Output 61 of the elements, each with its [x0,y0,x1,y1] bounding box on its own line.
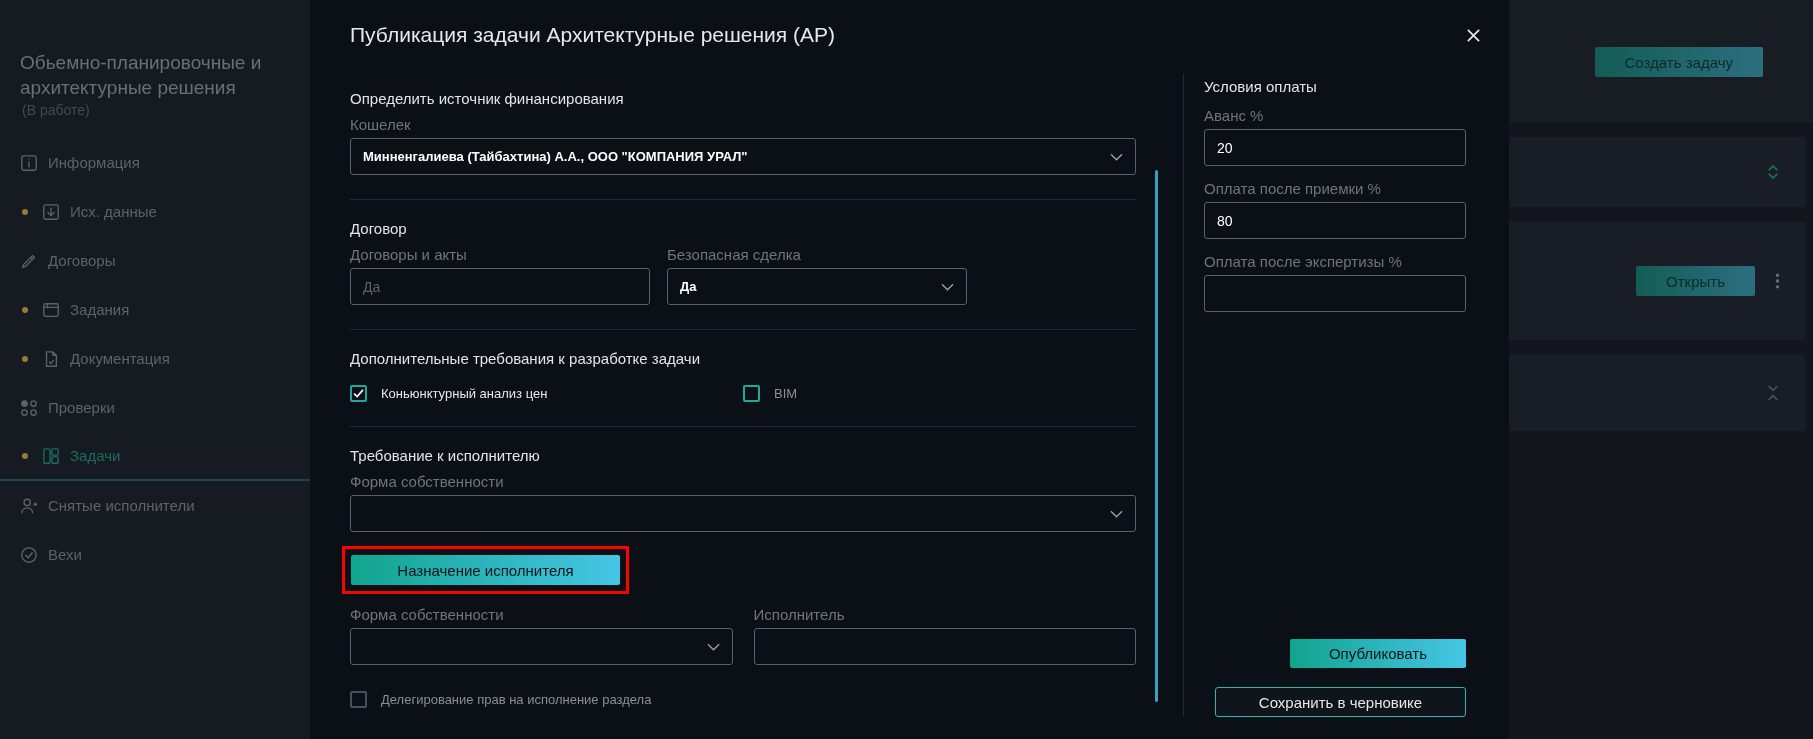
open-button[interactable]: Открыть [1636,266,1755,296]
percent-input[interactable]: 20 [1204,129,1466,166]
sidebar-item[interactable]: Информация [0,138,310,187]
sidebar-item[interactable]: Договоры [0,236,310,285]
project-title: Обьемно-планировочные и архитектурные решения [19,51,263,100]
dialog-title: Публикация задачи Архитектурные решения (АР) [350,23,836,47]
checkbox[interactable] [350,385,367,402]
checkbox[interactable] [743,385,760,402]
ownership-select[interactable] [350,495,1136,532]
field-label: Аванс % [1204,107,1265,124]
chevron-down-icon [941,282,954,291]
field-label: Оплата после приемки % [1204,180,1382,197]
field-label: Безопасная сделка [667,246,802,263]
wallet-select[interactable]: Минненгалиева (Тайбахтина) А.А., ООО "КОМПАНИЯ УРАЛ" [350,138,1136,175]
field-label: Кошелек [350,116,412,133]
close-icon[interactable] [1466,27,1481,43]
import-icon [42,202,60,221]
section-heading: Определить источник финансирования [350,90,625,107]
board-icon [42,446,60,465]
field-label: Форма собственности [350,606,505,623]
sidebar-item[interactable]: Документация [0,334,310,383]
checkbox-label: Коньюнктурный анализ цен [381,386,548,401]
checkbox-label: BIM [774,386,798,401]
checkmark-icon [353,389,364,398]
percent-input[interactable] [1204,275,1466,312]
assign-executor-button[interactable]: Назначение исполнителя [351,555,620,585]
save-draft-button[interactable]: Сохранить в черновике [1215,687,1466,717]
tasks-icon [42,300,60,319]
collapse-icon[interactable] [1766,384,1780,402]
documents-input[interactable]: Да [350,268,650,305]
sort-icon[interactable] [1766,163,1780,181]
section-heading: Требование к исполнителю [350,447,541,464]
checks-icon [20,398,38,417]
scrollbar-thumb[interactable] [1155,170,1158,702]
section-heading: Дополнительные требования к разработке задачи [350,350,702,367]
section-heading: Договор [350,220,408,237]
field-label: Исполнитель [753,606,846,623]
sidebar-item[interactable]: Задания [0,285,310,334]
field-label: Договоры и акты [350,246,468,263]
chevron-down-icon [706,642,720,651]
field-label: Оплата после экспертизы % [1204,253,1403,270]
info-icon [20,153,38,172]
ownership-select[interactable] [350,628,733,665]
sidebar-item[interactable]: Снятые исполнители [0,481,310,530]
sidebar-item[interactable]: Проверки [0,383,310,432]
users-icon [20,496,38,515]
safe-deal-select[interactable]: Да [667,268,967,305]
section-heading: Условия оплаты [1204,78,1318,95]
checkbox[interactable] [350,691,367,708]
sidebar-item[interactable]: Исх. данные [0,187,310,236]
checkbox-label: Делегирование прав на исполнение раздела [381,692,652,707]
sidebar-item[interactable]: Вехи [0,530,310,579]
chevron-down-icon [1110,152,1123,161]
chevron-down-icon [1110,509,1123,518]
milestone-icon [20,545,38,564]
percent-input[interactable]: 80 [1204,202,1466,239]
publish-button[interactable]: Опубликовать [1290,639,1466,668]
create-task-button[interactable]: Создать задачу [1594,47,1763,77]
executor-input[interactable] [753,628,1136,665]
field-label: Форма собственности [350,473,505,490]
more-icon[interactable] [1775,272,1780,290]
